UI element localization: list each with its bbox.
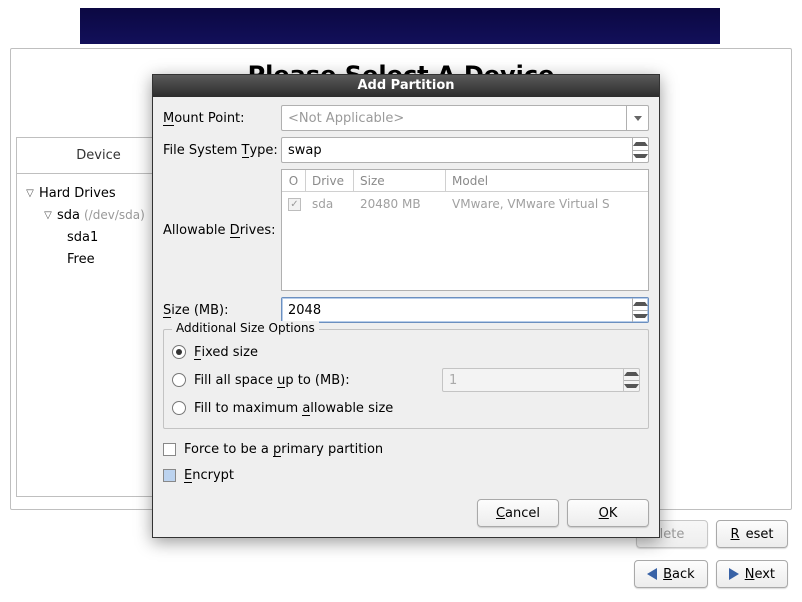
dialog-title[interactable]: Add Partition (153, 75, 659, 97)
drives-table-row[interactable]: ✓ sda 20480 MB VMware, VMware Virtual S (282, 192, 648, 216)
caret-down-icon (624, 384, 639, 388)
tree-label: sda (57, 208, 80, 223)
size-label: Size (MB): (163, 303, 281, 318)
mount-point-label: Mount Point: (163, 111, 281, 126)
fs-type-value: swap (282, 143, 632, 158)
mount-point-select[interactable]: <Not Applicable> (281, 105, 649, 131)
radio-fill-max[interactable]: Fill to maximum allowable size (172, 394, 640, 422)
size-input[interactable] (281, 297, 649, 323)
arrow-right-icon (729, 568, 739, 580)
fs-type-select[interactable]: swap (281, 137, 649, 163)
checkbox-label: Force to be a primary partition (184, 442, 383, 457)
next-button[interactable]: Next (716, 560, 788, 588)
drive-model: VMware, VMware Virtual S (446, 197, 648, 211)
caret-up-icon (624, 372, 639, 376)
fs-type-spin[interactable] (632, 138, 648, 162)
tree-label: Free (67, 252, 95, 267)
expand-icon[interactable]: ▽ (25, 188, 35, 199)
radio-label: Fill to maximum allowable size (194, 401, 393, 416)
radio-label: Fixed size (194, 345, 258, 360)
checkbox-icon[interactable] (163, 443, 176, 456)
encrypt-checkbox[interactable]: Encrypt (163, 463, 649, 487)
mount-point-value: <Not Applicable> (282, 111, 626, 126)
cancel-button[interactable]: Cancel (477, 499, 559, 527)
radio-label: Fill all space up to (MB): (194, 373, 350, 388)
drive-size: 20480 MB (354, 197, 446, 211)
caret-up-icon (633, 302, 648, 306)
allowable-drives-table[interactable]: O Drive Size Model ✓ sda 20480 MB VMware… (281, 169, 649, 291)
chevron-down-icon[interactable] (626, 106, 648, 130)
fs-type-label: File System Type: (163, 143, 281, 158)
radio-icon[interactable] (172, 401, 186, 415)
radio-icon[interactable] (172, 345, 186, 359)
drives-table-header: O Drive Size Model (282, 170, 648, 192)
drive-name: sda (306, 197, 354, 211)
allowable-drives-label: Allowable Drives: (163, 223, 281, 238)
size-field[interactable] (282, 298, 632, 322)
radio-fill-up-to[interactable]: Fill all space up to (MB): 1 (172, 366, 640, 394)
nav-buttons: Back Next (634, 560, 788, 588)
group-title: Additional Size Options (172, 321, 319, 335)
size-spin[interactable] (632, 298, 648, 322)
drive-checkbox[interactable]: ✓ (288, 198, 301, 211)
radio-fixed-size[interactable]: Fixed size (172, 338, 640, 366)
radio-icon[interactable] (172, 373, 186, 387)
add-partition-dialog: Add Partition Mount Point: <Not Applicab… (152, 74, 660, 538)
fill-up-to-input: 1 (442, 368, 640, 392)
expand-icon[interactable]: ▽ (43, 210, 53, 221)
tree-label: sda1 (67, 230, 98, 245)
window-header-bar (80, 8, 720, 44)
back-button[interactable]: Back (634, 560, 708, 588)
caret-down-icon (633, 314, 648, 318)
checkbox-label: Encrypt (184, 468, 234, 483)
caret-down-icon (633, 154, 648, 158)
reset-button[interactable]: Reset (716, 520, 788, 548)
additional-size-options: Additional Size Options Fixed size Fill … (163, 329, 649, 429)
tree-label: Hard Drives (39, 186, 116, 201)
caret-up-icon (633, 142, 648, 146)
primary-partition-checkbox[interactable]: Force to be a primary partition (163, 437, 649, 461)
device-path: (/dev/sda) (84, 208, 145, 222)
arrow-left-icon (647, 568, 657, 580)
checkbox-icon[interactable] (163, 469, 176, 482)
ok-button[interactable]: OK (567, 499, 649, 527)
